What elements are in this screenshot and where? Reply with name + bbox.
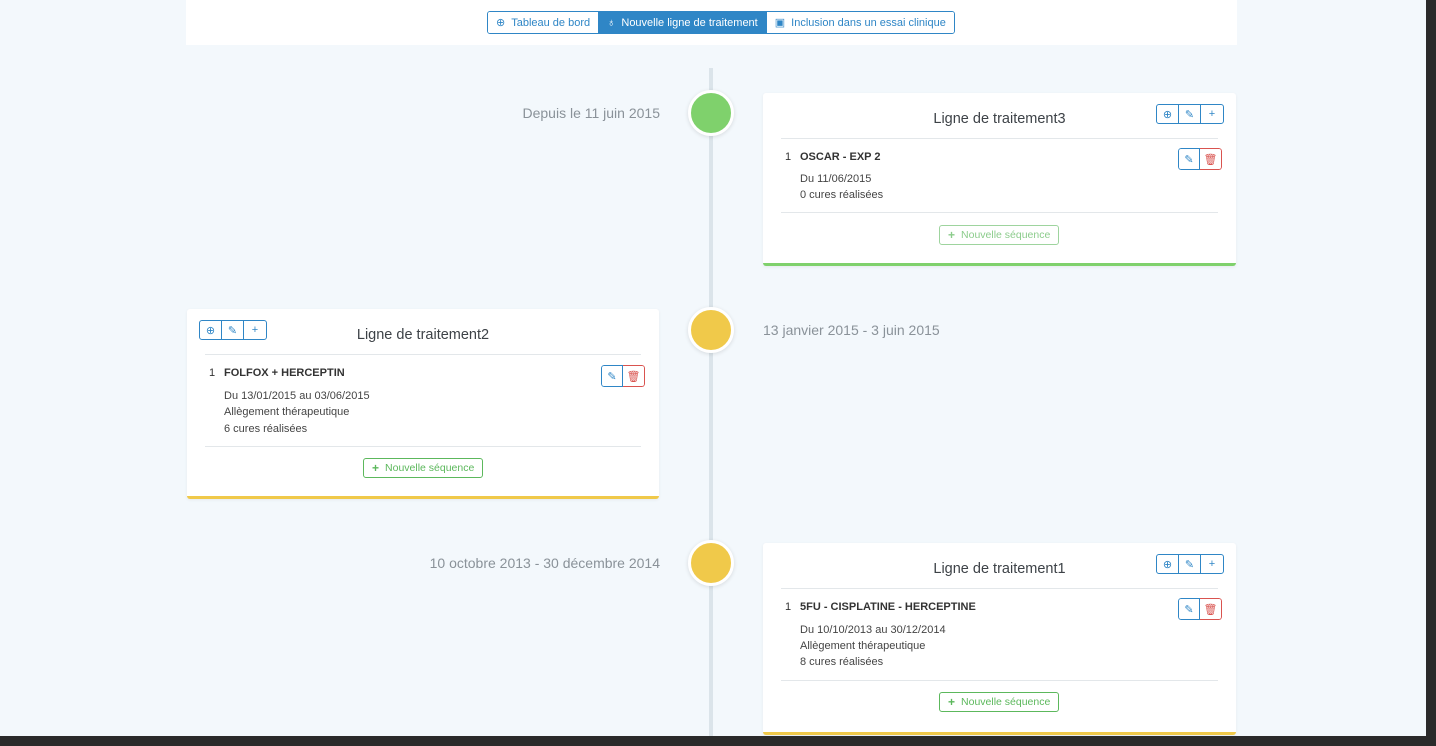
timeline-date: 13 janvier 2015 - 3 juin 2015	[763, 322, 940, 338]
wrench-icon[interactable]: ✎	[1179, 555, 1201, 573]
sequence-detail: 0 cures réalisées	[800, 189, 884, 201]
sequence-detail: 6 cures réalisées	[224, 423, 308, 435]
tab-clinical-trial-label: Inclusion dans un essai clinique	[791, 16, 946, 29]
sequence-name: FOLFOX + HERCEPTIN	[224, 367, 345, 379]
sequence-detail: Du 13/01/2015 au 03/06/2015	[224, 390, 370, 402]
pencil-icon[interactable]: ✎	[601, 365, 623, 387]
divider	[205, 446, 641, 447]
dashboard-icon[interactable]: ⊕	[1157, 555, 1179, 573]
medkit-icon: ▣	[774, 17, 786, 29]
timeline-axis	[709, 68, 713, 736]
timeline-date: 10 octobre 2013 - 30 décembre 2014	[429, 555, 660, 571]
sequence-detail: 8 cures réalisées	[800, 656, 884, 668]
timeline-date: Depuis le 11 juin 2015	[522, 105, 660, 121]
trash-icon[interactable]: 🗑	[1200, 598, 1222, 620]
divider	[205, 354, 641, 355]
new-sequence-button[interactable]: + Nouvelle séquence	[363, 458, 484, 478]
sequence-detail: Du 11/06/2015	[800, 173, 872, 185]
divider	[781, 138, 1218, 139]
sequence-index: 1	[785, 601, 792, 613]
timeline-status-dot	[688, 307, 734, 353]
sequence-detail: Du 10/10/2013 au 30/12/2014	[800, 624, 946, 636]
tab-clinical-trial[interactable]: ▣ Inclusion dans un essai clinique	[766, 12, 954, 33]
wrench-icon[interactable]: ✎	[1179, 105, 1201, 123]
dashboard-icon: ⊕	[496, 17, 506, 29]
sequence-name: OSCAR - EXP 2	[800, 151, 881, 163]
tab-new-treatment-line-label: Nouvelle ligne de traitement	[621, 16, 758, 29]
tab-dashboard[interactable]: ⊕ Tableau de bord	[488, 12, 600, 33]
new-sequence-label: Nouvelle séquence	[385, 462, 475, 474]
pencil-icon[interactable]: ✎	[1178, 148, 1200, 170]
card-actions: ⊕ ✎ +	[1156, 104, 1224, 124]
plus-icon[interactable]: +	[1201, 105, 1223, 123]
pencil-icon[interactable]: ✎	[1178, 598, 1200, 620]
plus-icon: +	[372, 461, 380, 475]
tab-new-treatment-line[interactable]: ♁ Nouvelle ligne de traitement	[599, 12, 767, 33]
sequence-name: 5FU - CISPLATINE - HERCEPTINE	[800, 601, 976, 613]
plus-icon[interactable]: +	[1201, 555, 1223, 573]
divider	[781, 588, 1218, 589]
sequence-detail: Allègement thérapeutique	[224, 406, 350, 418]
card-actions: ⊕ ✎ +	[1156, 554, 1224, 574]
sequence-actions: ✎ 🗑	[601, 365, 645, 387]
divider	[781, 212, 1218, 213]
top-toolbar: ⊕ Tableau de bord ♁ Nouvelle ligne de tr…	[186, 0, 1237, 45]
divider	[781, 680, 1218, 681]
app-page: ⊕ Tableau de bord ♁ Nouvelle ligne de tr…	[0, 0, 1426, 736]
treatment-line-card: Ligne de traitement3 ⊕ ✎ + 1 OSCAR - EXP…	[763, 93, 1236, 266]
new-sequence-button[interactable]: + Nouvelle séquence	[939, 225, 1060, 245]
trash-icon[interactable]: 🗑	[623, 365, 645, 387]
tab-dashboard-label: Tableau de bord	[511, 16, 591, 29]
sequence-detail: Allègement thérapeutique	[800, 640, 926, 652]
dashboard-icon[interactable]: ⊕	[1157, 105, 1179, 123]
treatment-line-card: Ligne de traitement1 ⊕ ✎ + 1 5FU - CISPL…	[763, 543, 1236, 735]
timeline-status-dot	[688, 540, 734, 586]
timeline-status-dot	[688, 90, 734, 136]
sequence-index: 1	[785, 151, 792, 163]
new-sequence-button[interactable]: + Nouvelle séquence	[939, 692, 1060, 712]
sequence-index: 1	[209, 367, 216, 379]
plus-icon: +	[948, 695, 956, 709]
nav-tabs: ⊕ Tableau de bord ♁ Nouvelle ligne de tr…	[487, 11, 955, 34]
new-sequence-label: Nouvelle séquence	[961, 229, 1051, 241]
treatment-line-card: ⊕ ✎ + Ligne de traitement2 1 FOLFOX + HE…	[187, 309, 659, 499]
stethoscope-icon: ♁	[607, 16, 616, 29]
sequence-actions: ✎ 🗑	[1178, 598, 1222, 620]
new-sequence-label: Nouvelle séquence	[961, 696, 1051, 708]
plus-icon: +	[948, 228, 956, 242]
sequence-actions: ✎ 🗑	[1178, 148, 1222, 170]
card-title: Ligne de traitement2	[356, 327, 490, 343]
trash-icon[interactable]: 🗑	[1200, 148, 1222, 170]
